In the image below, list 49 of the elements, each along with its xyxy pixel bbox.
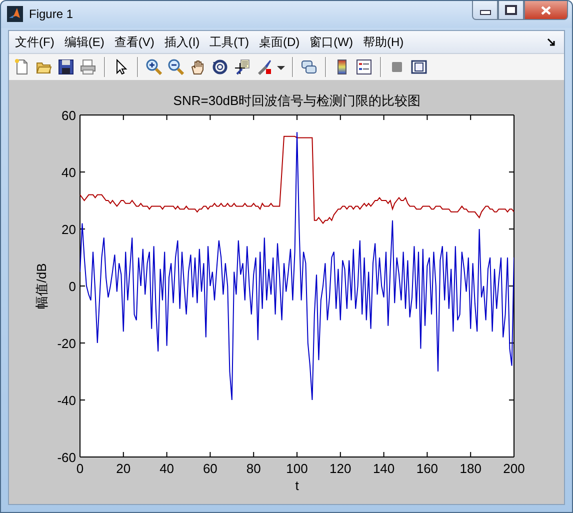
close-icon (541, 6, 551, 14)
menu-item[interactable]: 插入(I) (164, 32, 200, 52)
tick-label: -40 (57, 393, 76, 408)
menu-item[interactable]: 桌面(D) (258, 32, 300, 52)
hand-icon[interactable] (190, 59, 206, 75)
close-button[interactable] (524, 1, 568, 20)
print-icon[interactable] (80, 59, 96, 75)
maximize-button[interactable] (498, 1, 524, 20)
tick-label: 100 (286, 461, 308, 476)
square-icon[interactable] (389, 59, 405, 75)
menu-item[interactable]: 查看(V) (114, 32, 154, 52)
tick-label: -20 (57, 336, 76, 351)
app-icon (7, 6, 23, 22)
tick-label: 60 (202, 461, 218, 476)
tick-label: 20 (62, 222, 76, 237)
rotate-icon[interactable] (212, 59, 228, 75)
new-file-icon[interactable] (14, 59, 30, 75)
tick-label: 40 (160, 461, 174, 476)
minimize-button[interactable] (472, 1, 498, 20)
zoom-in-icon[interactable] (146, 59, 162, 75)
menu-item[interactable]: 编辑(E) (64, 32, 104, 52)
tick-label: 140 (372, 461, 395, 476)
brush-icon[interactable] (256, 59, 272, 75)
chart-title: SNR=30dB时回波信号与检测门限的比较图 (173, 93, 421, 108)
dock-arrow-icon[interactable] (547, 38, 556, 46)
tick-label: 0 (68, 279, 76, 294)
tick-label: 80 (246, 461, 261, 476)
tick-label: 40 (62, 165, 76, 180)
tick-label: 200 (503, 461, 525, 476)
zoom-out-icon[interactable] (168, 59, 184, 75)
menu-item[interactable]: 工具(T) (210, 32, 249, 52)
y-axis-label: 幅值/dB (34, 263, 49, 309)
tick-label: 60 (62, 108, 76, 123)
x-axis-label: t (295, 478, 299, 493)
save-icon[interactable] (58, 59, 74, 75)
tick-label: 180 (460, 461, 482, 476)
tick-label: 160 (416, 461, 438, 476)
legend-icon[interactable] (356, 59, 372, 75)
tick-label: -60 (57, 450, 76, 465)
menu-item[interactable]: 文件(F) (15, 32, 54, 52)
link-icon[interactable] (301, 59, 317, 75)
window-title: Figure 1 (29, 7, 74, 21)
frame-icon[interactable] (411, 59, 427, 75)
tick-label: 120 (330, 461, 352, 476)
menu-item[interactable]: 帮助(H) (362, 32, 404, 52)
tick-label: 20 (116, 461, 131, 476)
data-cursor-icon[interactable] (234, 59, 250, 75)
tick-label: 0 (76, 461, 84, 476)
menu-item[interactable]: 窗口(W) (310, 32, 353, 52)
